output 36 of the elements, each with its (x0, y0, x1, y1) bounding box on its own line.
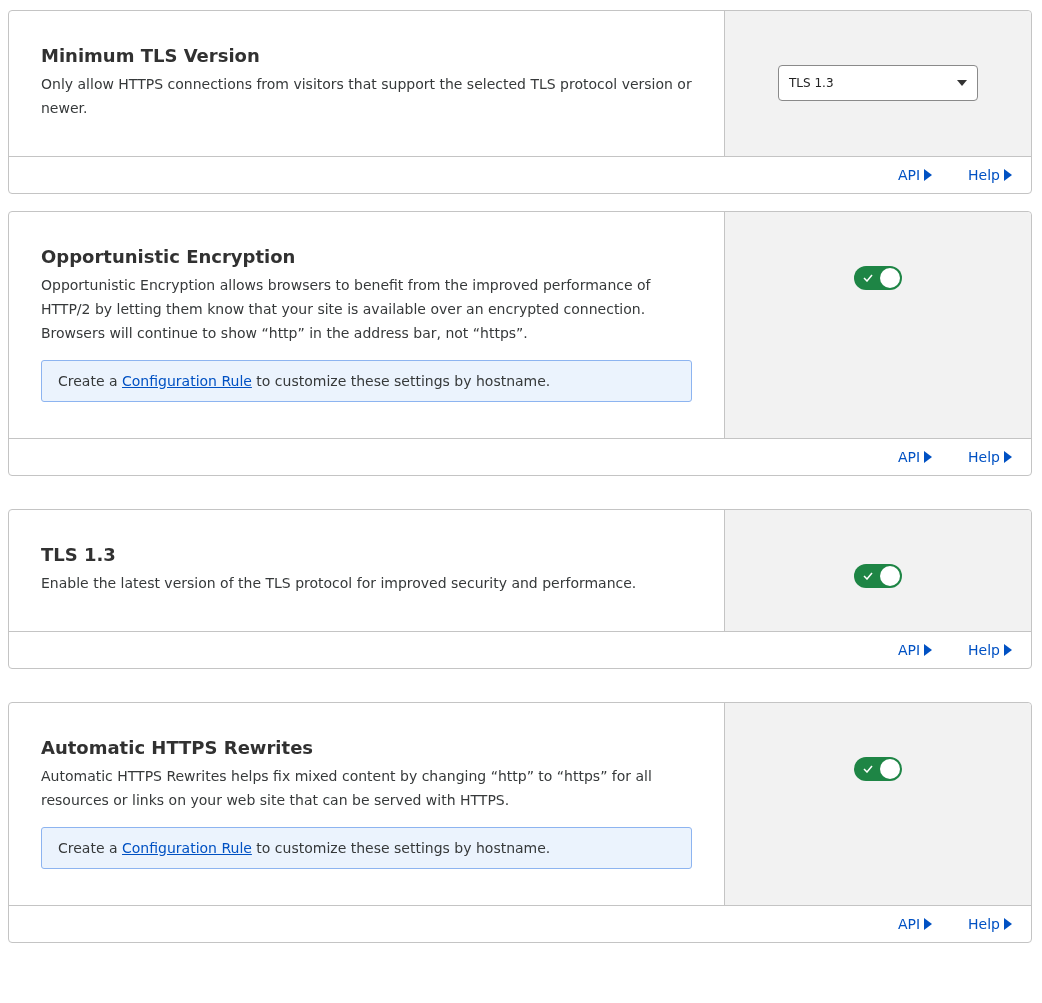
triangle-right-icon (924, 169, 933, 181)
configuration-rule-link[interactable]: Configuration Rule (122, 840, 252, 856)
setting-description: Opportunistic Encryption allows browsers to benefit from the improved performance of HTTP/2 by letting them know that your site is available over an encrypted connection. Browsers will continue to show “http” in the address bar, not “https”. (41, 276, 652, 343)
footer-link[interactable]: API (897, 916, 933, 932)
setting-title: Minimum TLS Version (41, 45, 261, 66)
footer-link[interactable]: API (897, 167, 933, 183)
setting-title: Opportunistic Encryption (41, 246, 297, 267)
tls-version-dropdown[interactable]: TLS 1.3 (778, 65, 978, 101)
toggle-switch[interactable] (854, 266, 902, 290)
setting-description: Enable the latest version of the TLS protocol for improved security and performance. (41, 574, 638, 593)
footer-link[interactable]: Help (968, 449, 1012, 465)
triangle-right-icon (1004, 918, 1012, 930)
setting-description: Only allow HTTPS connections from visitors that support the selected TLS protocol version or newer. (41, 75, 692, 118)
checkmark-icon (863, 274, 873, 282)
triangle-right-icon (1004, 451, 1012, 463)
checkmark-icon (863, 572, 873, 580)
setting-title: TLS 1.3 (41, 544, 117, 565)
toggle-switch[interactable] (854, 757, 902, 781)
checkmark-icon (863, 765, 873, 773)
info-note: Create a Configuration Rule to customize these settings by hostname. (41, 360, 692, 402)
footer-link[interactable]: API (897, 642, 933, 658)
setting-title: Automatic HTTPS Rewrites (41, 737, 315, 758)
triangle-right-icon (1004, 644, 1012, 656)
triangle-right-icon (1004, 169, 1012, 181)
info-note: Create a Configuration Rule to customize these settings by hostname. (41, 827, 692, 869)
triangle-right-icon (924, 451, 933, 463)
toggle-switch[interactable] (854, 564, 902, 588)
footer-link[interactable]: Help (968, 167, 1012, 183)
footer-link[interactable]: Help (968, 642, 1012, 658)
setting-description: Automatic HTTPS Rewrites helps fix mixed content by changing “http” to “https” for all resources or links on your web site that can be served with HTTPS. (41, 767, 653, 810)
triangle-right-icon (924, 644, 933, 656)
configuration-rule-link[interactable]: Configuration Rule (122, 373, 252, 389)
footer-link[interactable]: Help (968, 916, 1012, 932)
caret-icon (957, 80, 967, 86)
triangle-right-icon (924, 918, 933, 930)
footer-link[interactable]: API (897, 449, 933, 465)
